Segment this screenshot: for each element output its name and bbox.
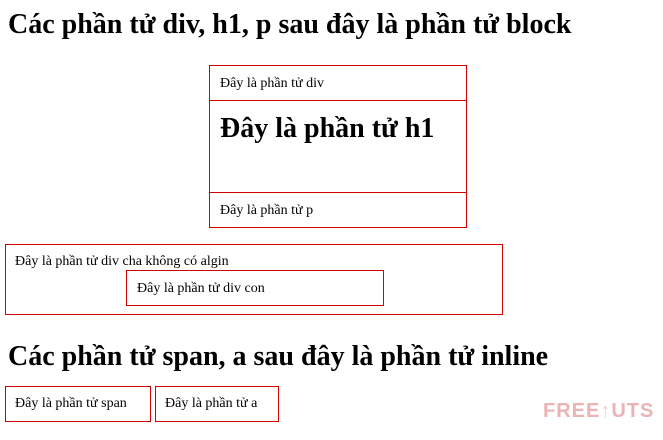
child-div: Đây là phần tử div con [126, 270, 384, 306]
div-block: Đây là phần tử div [209, 65, 467, 101]
block-elements-heading: Các phần tử div, h1, p sau đây là phần t… [8, 9, 572, 40]
inline-elements-heading: Các phần tử span, a sau đây là phần tử i… [8, 341, 549, 372]
parent-div: Đây là phần tử div cha không có algin Đâ… [5, 244, 503, 315]
span-inline: Đây là phần tử span [5, 386, 151, 422]
logo-t-mark-icon: ↑ [600, 400, 612, 422]
logo-text-left: FREE [543, 400, 601, 422]
h1-block: Đây là phần tử h1 [209, 100, 467, 193]
a-inline[interactable]: Đây là phần tử a [155, 386, 279, 422]
freetuts-logo: FREE↑UTS [543, 400, 654, 423]
logo-text-right: UTS [611, 400, 655, 422]
parent-div-label: Đây là phần tử div cha không có algin [15, 254, 229, 269]
p-block: Đây là phần tử p [209, 192, 467, 228]
